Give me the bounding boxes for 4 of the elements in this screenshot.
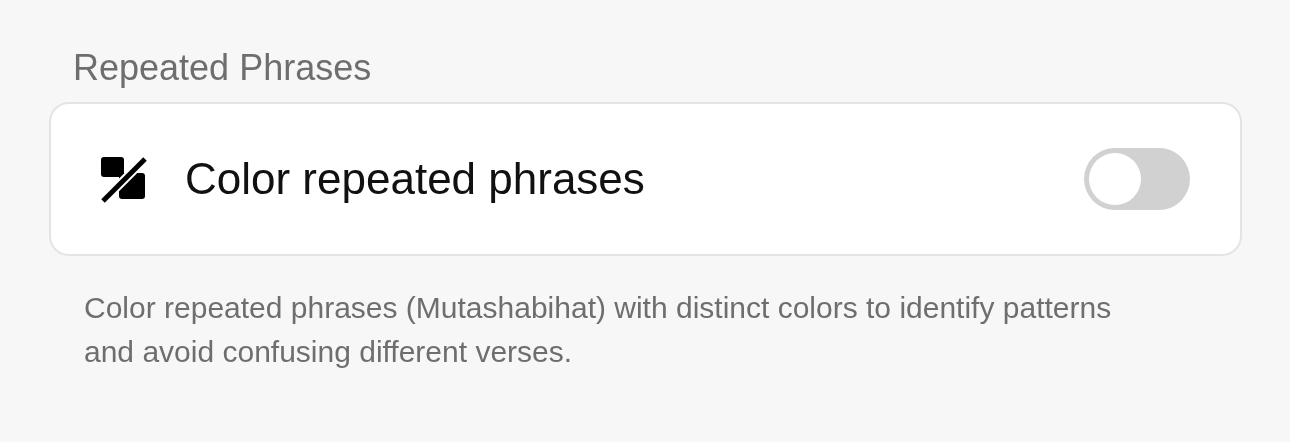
setting-label: Color repeated phrases	[185, 154, 646, 204]
setting-description: Color repeated phrases (Mutashabihat) with distinct colors to identify patterns and avoid confusing different verses.	[84, 290, 1113, 370]
section-title: Repeated Phrases	[73, 46, 372, 90]
color-off-icon	[98, 154, 148, 204]
